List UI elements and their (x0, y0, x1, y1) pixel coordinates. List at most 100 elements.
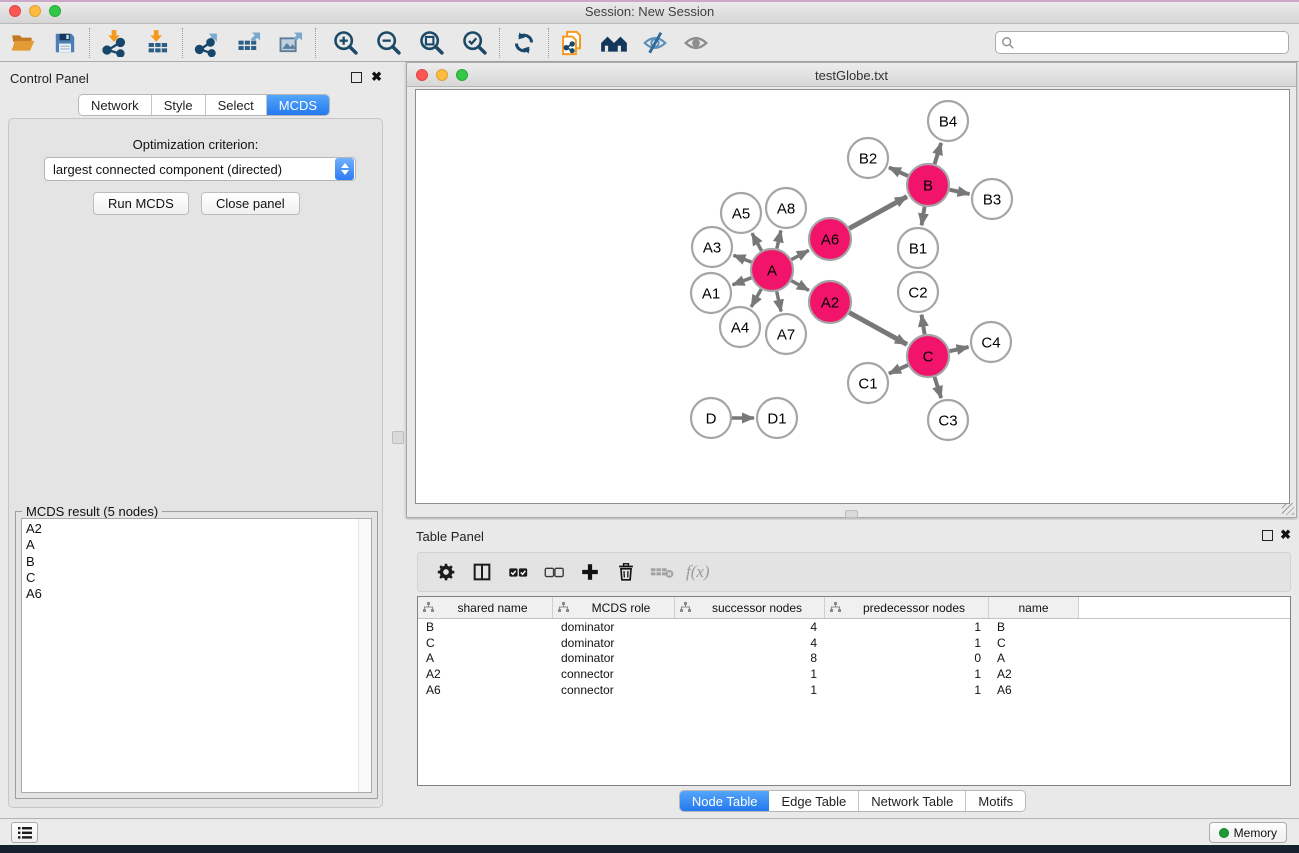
graph-node-B[interactable]: B (907, 164, 949, 206)
show-column-button[interactable] (464, 555, 500, 589)
graph-node-C[interactable]: C (907, 335, 949, 377)
result-list-item[interactable]: C (26, 570, 371, 586)
graph-edge-C-C4[interactable] (949, 347, 968, 351)
graph-edge-A6-B[interactable] (849, 197, 907, 229)
graph-node-B3[interactable]: B3 (972, 179, 1012, 219)
result-list-item[interactable]: B (26, 554, 371, 570)
graph-edge-A-A5[interactable] (752, 233, 762, 250)
column-header-name[interactable]: name (989, 597, 1079, 618)
zoom-in-button[interactable] (329, 27, 363, 59)
graph-node-A2[interactable]: A2 (809, 281, 851, 323)
graph-edge-A-A7[interactable] (777, 291, 781, 311)
delete-column-button[interactable] (608, 555, 644, 589)
tab-select[interactable]: Select (206, 95, 267, 115)
network-view-window[interactable]: testGlobe.txt AA1A2A3A4A5A6A7A8BB1B2B3B4… (406, 62, 1297, 518)
add-column-button[interactable] (572, 555, 608, 589)
graph-edge-A-A3[interactable] (733, 255, 751, 262)
tab-style[interactable]: Style (152, 95, 206, 115)
graph-node-A6[interactable]: A6 (809, 218, 851, 260)
table-row[interactable]: Cdominator41C (418, 635, 1290, 651)
float-panel-icon[interactable] (1262, 530, 1273, 541)
graph-node-C3[interactable]: C3 (928, 400, 968, 440)
graph-edge-A-A2[interactable] (791, 281, 809, 291)
import-network-button[interactable] (97, 27, 131, 59)
table-row[interactable]: Bdominator41B (418, 619, 1290, 635)
graph-edge-A2-C[interactable] (849, 313, 907, 345)
table-row[interactable]: A2connector11A2 (418, 666, 1290, 682)
graph-node-B4[interactable]: B4 (928, 101, 968, 141)
close-panel-icon[interactable]: ✖ (371, 69, 382, 85)
zoom-selected-button[interactable] (458, 27, 492, 59)
graph-node-A5[interactable]: A5 (721, 193, 761, 233)
graph-edge-B-B4[interactable] (935, 143, 942, 164)
graph-node-A1[interactable]: A1 (691, 273, 731, 313)
graph-edge-B-B1[interactable] (922, 207, 925, 226)
import-table-button[interactable] (141, 27, 175, 59)
table-row[interactable]: A6connector11A6 (418, 682, 1290, 698)
graph-node-D1[interactable]: D1 (757, 398, 797, 438)
result-list-item[interactable]: A6 (26, 586, 371, 602)
select-all-button[interactable] (500, 555, 536, 589)
tab-edge-table[interactable]: Edge Table (769, 791, 859, 811)
tab-motifs[interactable]: Motifs (966, 791, 1025, 811)
memory-button[interactable]: Memory (1209, 822, 1287, 843)
save-session-button[interactable] (48, 27, 82, 59)
search-field[interactable] (995, 31, 1289, 54)
export-network-button[interactable] (190, 27, 224, 59)
vertical-splitter-handle[interactable] (392, 431, 404, 444)
float-panel-icon[interactable] (351, 72, 362, 83)
first-neighbors-button[interactable] (597, 27, 631, 59)
column-header-shared-name[interactable]: shared name (418, 597, 553, 618)
column-header-MCDS-role[interactable]: MCDS role (553, 597, 675, 618)
table-options-button[interactable] (428, 555, 464, 589)
tab-network[interactable]: Network (79, 95, 152, 115)
export-image-button[interactable] (274, 27, 308, 59)
refresh-button[interactable] (507, 27, 541, 59)
open-session-button[interactable] (6, 27, 40, 59)
graph-edge-C-C1[interactable] (889, 365, 908, 374)
table-row[interactable]: Adominator80A (418, 651, 1290, 667)
delete-table-button[interactable] (644, 555, 680, 589)
graph-edge-A-A8[interactable] (777, 230, 781, 248)
graph-node-C4[interactable]: C4 (971, 322, 1011, 362)
zoom-out-button[interactable] (372, 27, 406, 59)
mcds-result-list[interactable]: A2ABCA6 (21, 518, 372, 793)
new-network-from-selection-button[interactable] (556, 27, 590, 59)
run-mcds-button[interactable]: Run MCDS (93, 192, 189, 215)
graph-edge-C-C3[interactable] (935, 377, 942, 398)
result-list-item[interactable]: A (26, 537, 371, 553)
function-builder-icon[interactable]: f(x) (686, 562, 710, 582)
close-panel-icon[interactable]: ✖ (1280, 527, 1291, 543)
graph-edge-B-B2[interactable] (889, 167, 908, 176)
graph-node-A4[interactable]: A4 (720, 307, 760, 347)
close-panel-button[interactable]: Close panel (201, 192, 300, 215)
graph-node-D[interactable]: D (691, 398, 731, 438)
graph-node-B1[interactable]: B1 (898, 228, 938, 268)
graph-node-A3[interactable]: A3 (692, 227, 732, 267)
graph-node-C2[interactable]: C2 (898, 272, 938, 312)
graph-node-C1[interactable]: C1 (848, 363, 888, 403)
search-input[interactable] (1015, 32, 1288, 53)
window-resize-grip[interactable] (1282, 503, 1294, 515)
export-table-button[interactable] (232, 27, 266, 59)
column-header-predecessor-nodes[interactable]: predecessor nodes (825, 597, 989, 618)
optimization-criterion-select[interactable]: largest connected component (directed) (44, 157, 356, 181)
graph-edge-C-C2[interactable] (922, 315, 925, 335)
result-list-scrollbar[interactable] (358, 519, 371, 792)
network-graph[interactable]: AA1A2A3A4A5A6A7A8BB1B2B3B4CC1C2C3C4DD1 (407, 63, 1298, 519)
tab-mcds[interactable]: MCDS (267, 95, 329, 115)
result-list-item[interactable]: A2 (26, 521, 371, 537)
graph-node-A8[interactable]: A8 (766, 188, 806, 228)
graph-node-A[interactable]: A (751, 249, 793, 291)
graph-edge-B-B3[interactable] (949, 190, 969, 194)
graph-node-B2[interactable]: B2 (848, 138, 888, 178)
column-header-successor-nodes[interactable]: successor nodes (675, 597, 825, 618)
deselect-all-button[interactable] (536, 555, 572, 589)
tab-network-table[interactable]: Network Table (859, 791, 966, 811)
tab-node-table[interactable]: Node Table (680, 791, 770, 811)
show-all-button[interactable] (679, 27, 713, 59)
graph-edge-A-A4[interactable] (751, 289, 761, 307)
zoom-fit-button[interactable] (415, 27, 449, 59)
graph-edge-A-A6[interactable] (791, 250, 808, 259)
node-table[interactable]: shared nameMCDS rolesuccessor nodesprede… (417, 596, 1291, 786)
